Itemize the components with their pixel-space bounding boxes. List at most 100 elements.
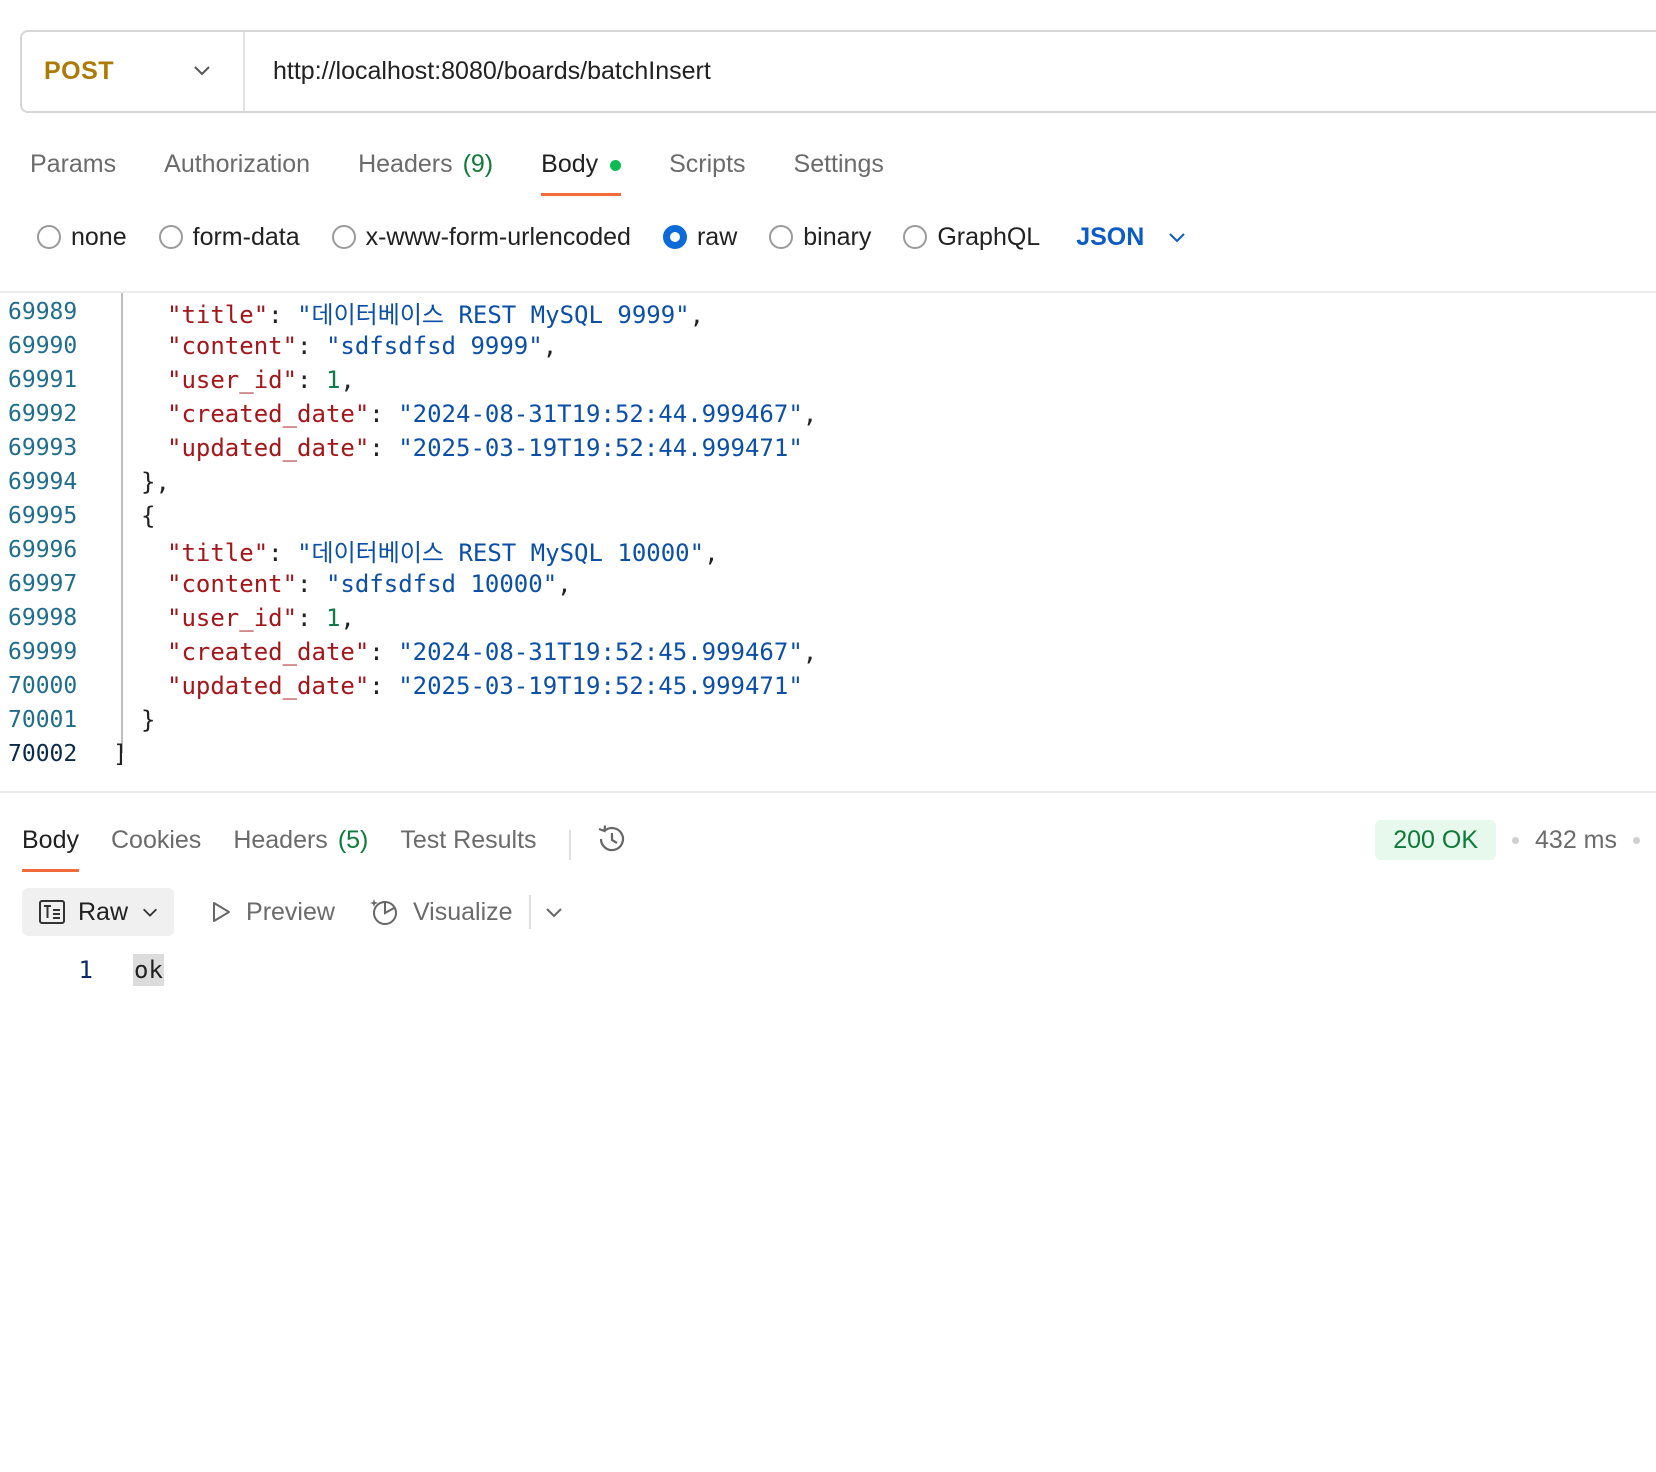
tab-params[interactable]: Params bbox=[30, 140, 116, 196]
code-text: "user_id": 1, bbox=[167, 366, 355, 394]
visualize-button[interactable]: Visualize bbox=[369, 896, 513, 928]
body-option-raw[interactable]: raw bbox=[662, 222, 738, 252]
body-option-none[interactable]: none bbox=[37, 223, 127, 252]
code-line: 69989 "title": "데이터베이스 REST MySQL 9999", bbox=[0, 294, 1656, 330]
line-number: 70000 bbox=[8, 673, 78, 699]
line-number: 69995 bbox=[8, 503, 78, 529]
code-line: 69995 { bbox=[0, 498, 1656, 534]
chevron-down-icon bbox=[143, 908, 158, 917]
json-punctuation: { bbox=[141, 502, 156, 530]
json-string: "sdfsdfsd 10000" bbox=[325, 570, 558, 598]
response-tabs: Body Cookies Headers (5) Test Results bbox=[22, 808, 629, 872]
code-line: 69997 "content": "sdfsdfsd 10000", bbox=[0, 566, 1656, 602]
option-label: raw bbox=[696, 222, 738, 251]
body-option-graphql[interactable]: GraphQL bbox=[903, 223, 1040, 252]
response-tab-headers[interactable]: Headers (5) bbox=[233, 808, 368, 872]
code-line: 70000 "updated_date": "2025-03-19T19:52:4… bbox=[0, 668, 1656, 704]
status-badge[interactable]: 200 OK bbox=[1375, 820, 1497, 860]
tab-authorization[interactable]: Authorization bbox=[164, 140, 310, 196]
raw-format-button[interactable]: Raw bbox=[22, 888, 175, 936]
text-format-icon bbox=[39, 900, 65, 924]
json-key: "user_id" bbox=[167, 366, 298, 394]
code-text: "title": "데이터베이스 REST MySQL 9999", bbox=[167, 300, 705, 329]
json-string: "2024-08-31T19:52:44.999467" bbox=[398, 400, 803, 428]
separator-dot bbox=[1512, 836, 1520, 844]
radio-checked-icon bbox=[662, 225, 687, 249]
radio-icon bbox=[158, 225, 183, 249]
code-text: "updated_date": "2025-03-19T19:52:44.999… bbox=[167, 434, 803, 462]
tab-label: Scripts bbox=[669, 150, 746, 178]
format-select[interactable]: JSON bbox=[1076, 223, 1188, 252]
preview-label: Preview bbox=[246, 897, 335, 926]
code-line: 69992 "created_date": "2024-08-31T19:52:4… bbox=[0, 396, 1656, 432]
tab-label: Cookies bbox=[110, 826, 202, 854]
code-text: "content": "sdfsdfsd 10000", bbox=[167, 570, 572, 598]
tab-label: Headers bbox=[358, 150, 453, 178]
line-number: 69993 bbox=[8, 435, 78, 461]
tab-label: Settings bbox=[793, 150, 884, 178]
json-punctuation: , bbox=[340, 604, 355, 632]
separator-dot bbox=[1633, 836, 1640, 844]
code-text: { bbox=[105, 502, 155, 530]
code-text: "created_date": "2024-08-31T19:52:44.999… bbox=[167, 400, 818, 428]
line-number: 69989 bbox=[8, 299, 78, 325]
method-select[interactable]: POST bbox=[22, 32, 245, 111]
json-string: "2024-08-31T19:52:45.999467" bbox=[398, 638, 803, 666]
headers-count: (5) bbox=[337, 826, 369, 854]
json-number: 1 bbox=[325, 366, 341, 394]
json-string: "sdfsdfsd 9999" bbox=[325, 332, 543, 360]
code-text: ] bbox=[105, 740, 127, 768]
response-tab-cookies[interactable]: Cookies bbox=[111, 808, 201, 872]
option-label: binary bbox=[803, 222, 872, 251]
raw-label: Raw bbox=[78, 897, 129, 926]
divider bbox=[568, 830, 571, 860]
line-number: 69994 bbox=[8, 469, 78, 495]
code-line: 69998 "user_id": 1, bbox=[0, 600, 1656, 636]
json-string: "2025-03-19T19:52:44.999471" bbox=[398, 434, 803, 462]
json-punctuation: , bbox=[802, 400, 818, 428]
body-option-urlencoded[interactable]: x-www-form-urlencoded bbox=[331, 223, 631, 252]
response-tab-test-results[interactable]: Test Results bbox=[400, 808, 536, 872]
history-icon[interactable] bbox=[595, 822, 629, 856]
body-option-binary[interactable]: binary bbox=[769, 223, 871, 252]
line-number: 69992 bbox=[8, 401, 78, 427]
tab-label: Headers bbox=[233, 826, 328, 854]
json-key: "updated_date" bbox=[167, 672, 370, 700]
method-label: POST bbox=[44, 57, 115, 85]
url-input[interactable] bbox=[271, 41, 1571, 102]
response-tab-body[interactable]: Body bbox=[22, 808, 79, 872]
preview-button[interactable]: Preview bbox=[208, 898, 335, 927]
json-punctuation: ] bbox=[113, 740, 128, 768]
tab-headers[interactable]: Headers (9) bbox=[358, 140, 493, 196]
response-time[interactable]: 432 ms bbox=[1535, 826, 1617, 855]
chevron-down-icon bbox=[1169, 233, 1186, 243]
tab-scripts[interactable]: Scripts bbox=[669, 140, 745, 196]
json-key: "created_date" bbox=[167, 400, 370, 428]
response-body[interactable]: 1 ok bbox=[0, 950, 164, 990]
radio-icon bbox=[769, 225, 794, 249]
json-punctuation: , bbox=[542, 332, 558, 360]
line-number: 69991 bbox=[8, 367, 78, 393]
json-punctuation: , bbox=[557, 570, 572, 598]
json-punctuation: , bbox=[689, 300, 705, 329]
modified-dot-icon bbox=[610, 160, 622, 171]
body-option-form-data[interactable]: form-data bbox=[158, 223, 300, 252]
json-key: "title" bbox=[167, 300, 269, 329]
request-body-editor[interactable]: 69989 "title": "데이터베이스 REST MySQL 9999", 6… bbox=[0, 291, 1656, 793]
tab-settings[interactable]: Settings bbox=[794, 140, 884, 196]
code-text: }, bbox=[105, 468, 170, 496]
code-text: "created_date": "2024-08-31T19:52:45.999… bbox=[167, 638, 818, 666]
json-key: "content" bbox=[167, 570, 298, 598]
tab-label: Params bbox=[30, 150, 117, 178]
json-punctuation: } bbox=[141, 706, 156, 734]
visualize-icon bbox=[369, 899, 397, 925]
request-url-bar: POST bbox=[20, 30, 1656, 113]
code-line: 69996 "title": "데이터베이스 REST MySQL 10000", bbox=[0, 532, 1656, 568]
option-label: none bbox=[71, 222, 127, 251]
tab-body[interactable]: Body bbox=[541, 140, 622, 196]
tab-label: Test Results bbox=[400, 826, 537, 854]
body-type-options: none form-data x-www-form-urlencoded raw… bbox=[37, 215, 1188, 259]
chevron-down-icon[interactable] bbox=[543, 901, 565, 923]
play-icon bbox=[213, 902, 231, 922]
json-string: "데이터베이스 REST MySQL 10000" bbox=[297, 538, 705, 567]
